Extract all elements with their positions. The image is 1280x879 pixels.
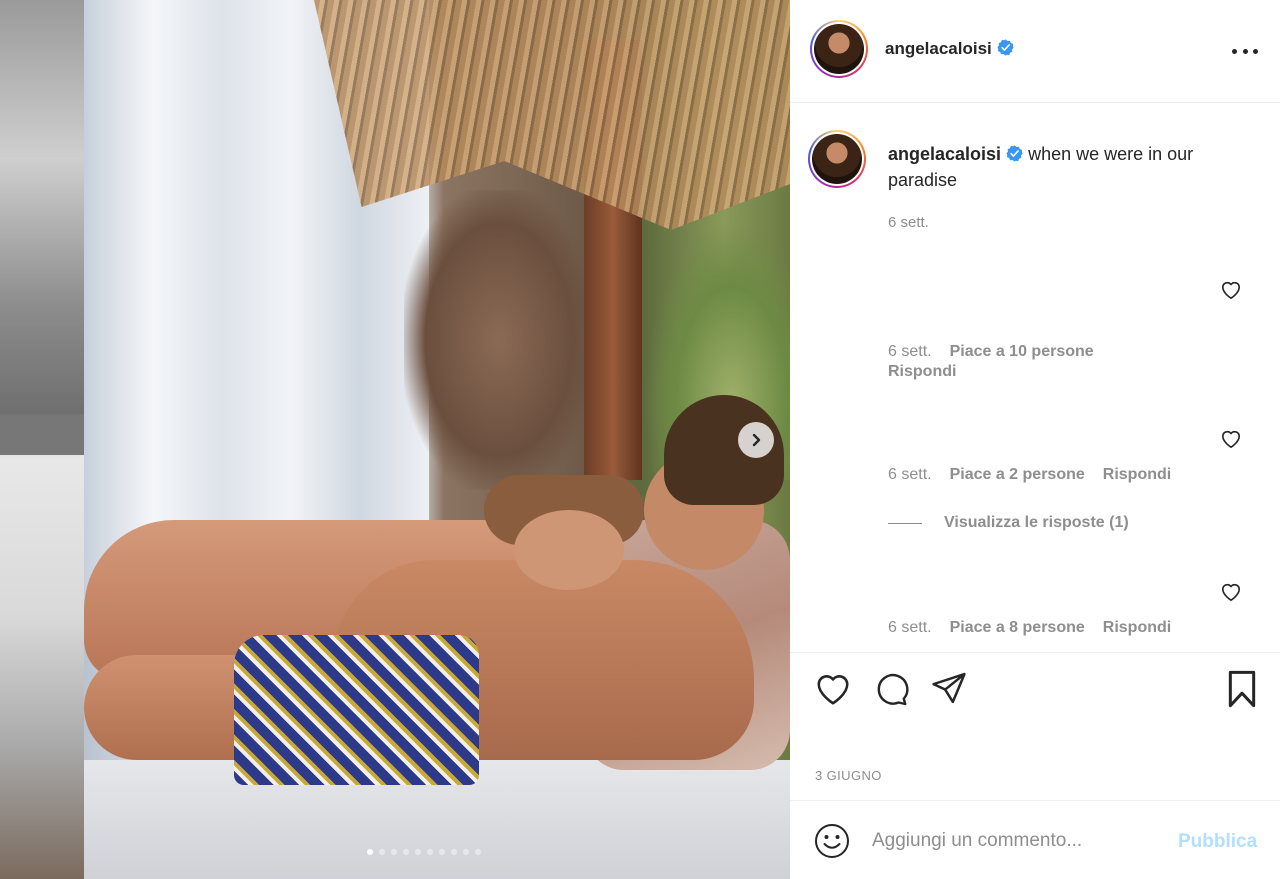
comment-like-heart-icon[interactable] <box>1220 429 1242 449</box>
post-side-panel: angelacaloisi angelacaloisi when we were… <box>790 0 1280 879</box>
caption: angelacaloisi when we were in our paradi… <box>888 141 1248 193</box>
comment-meta: 6 sett. Piace a 2 persone Rispondi <box>888 466 1171 484</box>
post-date[interactable]: 3 GIUGNO <box>815 768 882 783</box>
photo-rock <box>404 190 594 490</box>
next-slide-button[interactable] <box>738 422 774 458</box>
comment-like-heart-icon[interactable] <box>1220 280 1242 300</box>
comment-input[interactable] <box>872 823 1172 859</box>
more-dot <box>1253 48 1258 54</box>
more-dot <box>1242 48 1248 54</box>
view-replies-button[interactable]: Visualizza le risposte (1) <box>888 514 1129 532</box>
carousel-dot <box>403 849 409 855</box>
view-replies-label: Visualizza le risposte (1) <box>944 514 1129 531</box>
heart-icon[interactable] <box>814 671 852 707</box>
comment-likes[interactable]: Piace a 10 persone <box>950 343 1094 361</box>
carousel-dot <box>463 849 469 855</box>
post-media <box>0 0 790 879</box>
comment-likes[interactable]: Piace a 8 persone <box>950 619 1085 637</box>
comment-like-heart-icon[interactable] <box>1220 582 1242 602</box>
send-icon[interactable] <box>930 671 968 705</box>
carousel-dots <box>367 849 481 855</box>
more-options-button[interactable] <box>1232 40 1258 62</box>
comment-likes[interactable]: Piace a 2 persone <box>950 466 1085 484</box>
publish-button[interactable]: Pubblica <box>1178 831 1257 853</box>
carousel-dot <box>439 849 445 855</box>
chevron-right-icon <box>752 433 761 447</box>
carousel-dot <box>451 849 457 855</box>
carousel-dot <box>427 849 433 855</box>
photo-shorts <box>234 635 479 785</box>
verified-badge-icon <box>997 39 1014 56</box>
caption-avatar[interactable] <box>808 130 866 188</box>
post-actions: 3 GIUGNO <box>790 652 1280 800</box>
caption-username[interactable]: angelacaloisi <box>888 144 1001 164</box>
more-horizontal-icon <box>1232 48 1237 54</box>
comment-time[interactable]: 6 sett. <box>888 466 932 484</box>
reply-button[interactable]: Rispondi <box>1103 619 1171 637</box>
username-text: angelacaloisi <box>885 39 992 58</box>
avatar[interactable] <box>810 20 868 78</box>
comment-meta: 6 sett. Piace a 8 persone Rispondi <box>888 619 1171 637</box>
post-header: angelacaloisi <box>790 0 1280 103</box>
comment-meta: 6 sett. Piace a 10 persone <box>888 343 1094 361</box>
emoji-icon[interactable] <box>814 823 850 859</box>
carousel-dot <box>415 849 421 855</box>
username-link[interactable]: angelacaloisi <box>885 39 1014 59</box>
bookmark-icon[interactable] <box>1224 669 1260 709</box>
comment-time[interactable]: 6 sett. <box>888 619 932 637</box>
comment-icon[interactable] <box>872 671 910 707</box>
carousel-dot <box>367 849 373 855</box>
comment-time[interactable]: 6 sett. <box>888 343 932 361</box>
add-comment-bar: Pubblica <box>790 800 1280 879</box>
post-photo[interactable] <box>84 0 790 879</box>
carousel-dot <box>391 849 397 855</box>
caption-timestamp[interactable]: 6 sett. <box>888 214 929 231</box>
view-replies-line <box>888 522 922 524</box>
photo-face-woman <box>514 510 624 590</box>
photo-legs <box>84 655 254 760</box>
previous-post-photo[interactable] <box>0 0 84 879</box>
reply-button[interactable]: Rispondi <box>1103 466 1171 484</box>
reply-button[interactable]: Rispondi <box>888 363 956 381</box>
comments-list[interactable]: angelacaloisi when we were in our paradi… <box>790 104 1280 652</box>
carousel-dot <box>379 849 385 855</box>
carousel-dot <box>475 849 481 855</box>
verified-badge-icon <box>1006 145 1023 162</box>
